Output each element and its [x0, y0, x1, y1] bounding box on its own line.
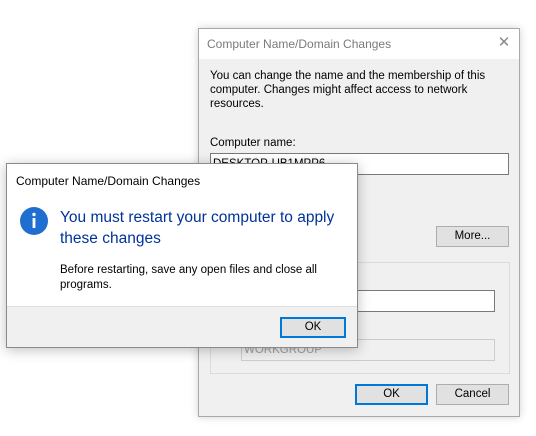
message-heading: You must restart your computer to apply … [60, 209, 335, 247]
message-box-title: Computer Name/Domain Changes [16, 174, 201, 188]
more-button[interactable]: More... [436, 226, 509, 247]
dialog-ok-button[interactable]: OK [355, 384, 428, 405]
info-icon [19, 206, 49, 236]
dialog-cancel-button[interactable]: Cancel [436, 384, 509, 405]
restart-message-box: Computer Name/Domain Changes You must re… [6, 163, 358, 348]
dialog-description: You can change the name and the membersh… [210, 70, 486, 110]
computer-name-label: Computer name: [210, 137, 296, 149]
dialog-title: Computer Name/Domain Changes [207, 37, 392, 51]
close-icon[interactable]: ✕ [497, 35, 511, 51]
message-ok-button[interactable]: OK [280, 317, 346, 338]
dialog-titlebar: Computer Name/Domain Changes ✕ [199, 29, 519, 59]
message-body: Before restarting, save any open files a… [60, 264, 317, 291]
